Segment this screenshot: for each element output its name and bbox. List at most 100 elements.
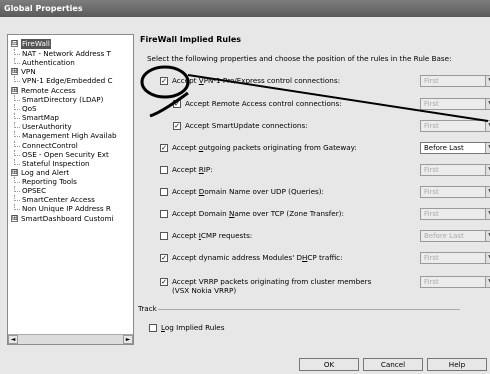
rule-position-dropdown[interactable]: First ▼ <box>420 208 490 220</box>
rule-label-text: utgoing packets originating from Gateway… <box>203 143 357 152</box>
rule-checkbox[interactable]: ✓ <box>160 144 168 152</box>
rule-checkbox[interactable] <box>160 166 168 174</box>
rule-label-text: CMP requests: <box>200 231 253 240</box>
tree-connector <box>14 122 20 128</box>
panel-description: Select the following properties and choo… <box>147 54 452 63</box>
rule-label: Accept SmartUpdate connections: <box>185 121 308 130</box>
scroll-left-arrow-icon[interactable]: ◄ <box>8 335 18 344</box>
rule-position-dropdown[interactable]: First ▼ <box>420 164 490 176</box>
rule-label-line2: (VSX Nokia VRRP) <box>172 286 237 295</box>
tree-item-label: SmartDashboard Customi <box>21 214 114 223</box>
rule-checkbox[interactable]: ✓ <box>160 77 168 85</box>
window-title: Global Properties <box>0 0 490 17</box>
dropdown-arrow-icon[interactable]: ▼ <box>485 143 490 153</box>
dropdown-arrow-icon[interactable]: ▼ <box>485 253 490 263</box>
dropdown-arrow-icon[interactable]: ▼ <box>485 209 490 219</box>
dropdown-arrow-icon[interactable]: ▼ <box>485 121 490 131</box>
tree-expander-icon[interactable]: ⊟ <box>11 40 18 47</box>
tree-horizontal-scrollbar[interactable]: ◄ ► <box>8 334 133 344</box>
rule-label: Accept Domain Name over UDP (Queries): <box>172 187 324 196</box>
tree-connector <box>14 159 20 165</box>
dropdown-arrow-icon[interactable]: ▼ <box>485 187 490 197</box>
dropdown-value: First <box>424 122 439 130</box>
global-properties-window: Global Properties ⊟ FireWall NAT - Network… <box>0 0 490 374</box>
ok-button[interactable]: OK <box>299 358 359 371</box>
track-divider <box>158 309 460 310</box>
rule-label-text: omain Name over UDP (Queries): <box>204 187 324 196</box>
rule-checkbox[interactable]: ✓ <box>160 278 168 286</box>
rule-position-dropdown[interactable]: First ▼ <box>420 186 490 198</box>
tree-connector <box>14 76 20 82</box>
rule-checkbox[interactable]: ✓ <box>173 122 181 130</box>
rule-label-text: IP: <box>203 165 213 174</box>
dropdown-value: First <box>424 210 439 218</box>
rule-label-text: Accept <box>172 143 199 152</box>
dropdown-arrow-icon[interactable]: ▼ <box>485 99 490 109</box>
dropdown-value: First <box>424 188 439 196</box>
tree-connector <box>14 95 20 101</box>
rule-checkbox[interactable]: ✓ <box>160 254 168 262</box>
rule-label: Accept VRRP packets originating from clu… <box>172 277 371 295</box>
rule-checkbox[interactable] <box>160 188 168 196</box>
tree-connector <box>14 131 20 137</box>
tree-expander-icon[interactable]: ⊞ <box>11 215 18 222</box>
tree-connector <box>14 104 20 110</box>
rule-label-text: Accept <box>172 187 199 196</box>
rule-label-text: PN-1 Pro/Express control connections: <box>203 76 341 85</box>
rule-label: Accept RIP: <box>172 165 213 174</box>
tree-connector <box>14 150 20 156</box>
dropdown-value: Before Last <box>424 144 464 152</box>
panel-title: FireWall Implied Rules <box>140 35 242 44</box>
rule-label: Accept ICMP requests: <box>172 231 252 240</box>
rule-position-dropdown[interactable]: First ▼ <box>420 75 490 87</box>
dropdown-value: First <box>424 100 439 108</box>
dropdown-arrow-icon[interactable]: ▼ <box>485 76 490 86</box>
rule-label: Accept Domain Name over TCP (Zone Transf… <box>172 209 344 218</box>
tree-item-label: Management High Availab <box>22 131 117 140</box>
tree-expander-icon[interactable]: ⊞ <box>11 169 18 176</box>
category-tree[interactable]: ⊟ FireWall NAT - Network Address T Authenti… <box>7 34 134 345</box>
tree-connector <box>14 204 20 210</box>
rule-label-text: CP traffic: <box>307 253 343 262</box>
scroll-right-arrow-icon[interactable]: ► <box>123 335 133 344</box>
tree-connector <box>14 49 20 55</box>
dropdown-value: Before Last <box>424 232 464 240</box>
track-label: Track <box>138 304 157 313</box>
rule-position-dropdown[interactable]: Before Last ▼ <box>420 230 490 242</box>
log-implied-rules-checkbox[interactable] <box>149 324 157 332</box>
dropdown-arrow-icon[interactable]: ▼ <box>485 165 490 175</box>
rule-label-text: Accept <box>172 231 199 240</box>
rule-checkbox[interactable] <box>160 232 168 240</box>
rule-label-text: Accept dynamic address Modules' D <box>172 253 302 262</box>
dropdown-arrow-icon[interactable]: ▼ <box>485 277 490 287</box>
tree-expander-icon[interactable]: ⊞ <box>11 68 18 75</box>
tree-connector <box>14 177 20 183</box>
rule-label-text: Accept VRRP packets originating from clu… <box>172 277 372 286</box>
cancel-button[interactable]: Cancel <box>363 358 423 371</box>
rule-label-text: Accept Domain <box>172 209 229 218</box>
tree-connector <box>14 113 20 119</box>
rule-label: Accept VPN-1 Pro/Express control connect… <box>172 76 340 85</box>
tree-expander-icon[interactable]: ⊞ <box>11 87 18 94</box>
rule-checkbox[interactable] <box>160 210 168 218</box>
tree-item-label: Non Unique IP Address R <box>22 204 111 213</box>
rule-label: Accept dynamic address Modules' DHCP tra… <box>172 253 343 262</box>
tree-connector <box>14 186 20 192</box>
rule-position-dropdown[interactable]: First ▼ <box>420 98 490 110</box>
rule-position-dropdown[interactable]: Before Last ▼ <box>420 142 490 154</box>
dropdown-value: First <box>424 254 439 262</box>
rule-position-dropdown[interactable]: First ▼ <box>420 120 490 132</box>
tree-item-label: FireWall <box>21 39 51 49</box>
rule-checkbox[interactable]: ✓ <box>173 100 181 108</box>
rule-label-text: Accept <box>172 76 199 85</box>
dropdown-arrow-icon[interactable]: ▼ <box>485 231 490 241</box>
help-button[interactable]: Help <box>427 358 487 371</box>
rule-position-dropdown[interactable]: First ▼ <box>420 252 490 264</box>
log-label-text: og Implied Rules <box>164 323 225 332</box>
rule-label-text: Accept SmartUpdate connections: <box>185 121 308 130</box>
rule-label: Accept Remote Access control connections… <box>185 99 342 108</box>
tree-connector <box>14 141 20 147</box>
rule-label-text: ame over TCP (Zone Transfer): <box>234 209 344 218</box>
log-implied-rules-label: Log Implied Rules <box>161 323 224 332</box>
rule-position-dropdown[interactable]: First ▼ <box>420 276 490 288</box>
